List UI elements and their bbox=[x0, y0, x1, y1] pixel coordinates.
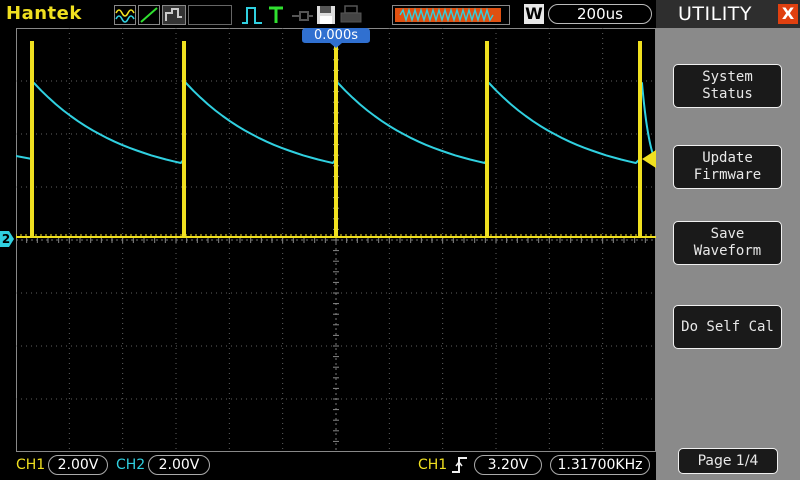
display-icon bbox=[188, 5, 232, 25]
ch1-scale[interactable]: 2.00V bbox=[48, 455, 108, 475]
update-firmware-label-2: Firmware bbox=[693, 167, 762, 183]
rising-edge-icon bbox=[452, 457, 467, 473]
sine-wave-icon[interactable] bbox=[114, 5, 136, 25]
waveform-memory-icon bbox=[392, 5, 510, 25]
pulse-icon[interactable] bbox=[240, 5, 264, 25]
save-waveform-label-1: Save bbox=[710, 226, 745, 242]
system-status-label-2: Status bbox=[702, 86, 753, 102]
timebase-readout: 200us bbox=[548, 4, 652, 24]
page-indicator-button[interactable]: Page 1/4 bbox=[678, 448, 778, 474]
trigger-position-label: 0.000s bbox=[314, 28, 358, 43]
update-firmware-button[interactable]: Update Firmware bbox=[673, 145, 782, 189]
probe-icon bbox=[292, 11, 313, 21]
floppy-disk-icon[interactable] bbox=[316, 5, 336, 25]
do-self-cal-button[interactable]: Do Self Cal bbox=[673, 305, 782, 349]
ch2-label: CH2 bbox=[116, 457, 146, 473]
do-self-cal-label: Do Self Cal bbox=[681, 318, 774, 335]
run-status-indicator: W bbox=[524, 4, 544, 24]
waveform-display[interactable] bbox=[16, 28, 656, 452]
trigger-level[interactable]: 3.20V bbox=[474, 455, 542, 475]
status-bar: Hantek W 200us bbox=[0, 0, 656, 28]
ch1-label: CH1 bbox=[16, 457, 46, 473]
system-status-label-1: System bbox=[702, 69, 753, 85]
menu-title: UTILITY bbox=[678, 3, 753, 25]
system-status-button[interactable]: System Status bbox=[673, 64, 782, 108]
trigger-t-icon[interactable] bbox=[266, 5, 286, 25]
printer-icon[interactable] bbox=[340, 5, 362, 25]
ramp-icon[interactable] bbox=[138, 5, 160, 25]
trigger-level-marker[interactable] bbox=[642, 150, 656, 168]
save-waveform-button[interactable]: Save Waveform bbox=[673, 221, 782, 265]
frequency-readout: 1.31700KHz bbox=[550, 455, 650, 475]
brand-logo: Hantek bbox=[6, 3, 82, 24]
save-waveform-label-2: Waveform bbox=[693, 243, 762, 259]
trigger-source-label: CH1 bbox=[418, 457, 448, 473]
ch2-marker-label: 2 bbox=[1, 232, 11, 246]
autoset-icon[interactable] bbox=[162, 5, 186, 25]
close-icon[interactable]: X bbox=[778, 4, 798, 24]
ch2-scale[interactable]: 2.00V bbox=[148, 455, 210, 475]
update-firmware-label-1: Update bbox=[702, 150, 753, 166]
